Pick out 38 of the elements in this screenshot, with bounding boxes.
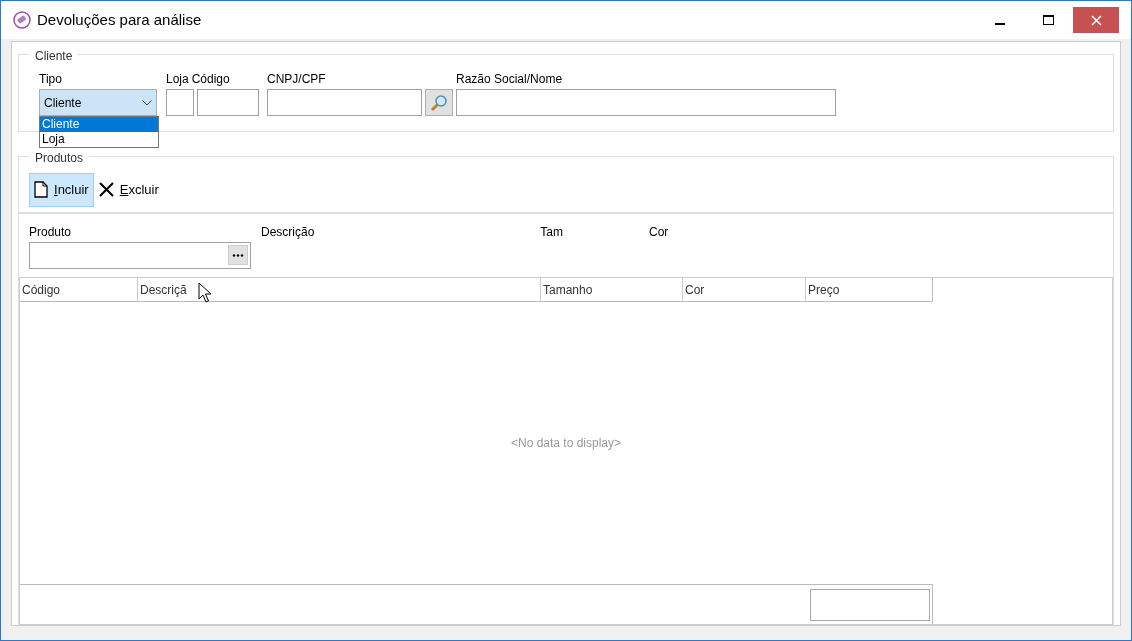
field-label: Produto bbox=[29, 223, 73, 241]
field-label: Tipo bbox=[39, 71, 63, 88]
input-field[interactable] bbox=[456, 89, 836, 116]
ellipsis-button[interactable] bbox=[228, 245, 248, 265]
dropdown-option[interactable]: Loja bbox=[40, 132, 158, 147]
toolbar-button[interactable]: Incluir bbox=[29, 173, 94, 207]
cursor-icon bbox=[198, 281, 212, 304]
close-icon bbox=[1090, 14, 1102, 26]
field-label: Descrição bbox=[261, 223, 315, 241]
column-header[interactable]: Tamanho bbox=[541, 277, 683, 301]
field-label: Tam bbox=[540, 223, 564, 241]
input-field[interactable] bbox=[267, 89, 422, 116]
dropdown-option[interactable]: Cliente bbox=[40, 117, 158, 132]
toolbar-button[interactable]: Excluir bbox=[93, 173, 164, 207]
field-label: CNPJ/CPF bbox=[267, 71, 327, 88]
dropdown-value: Cliente bbox=[44, 94, 82, 112]
caret-icon bbox=[142, 99, 152, 106]
input-field[interactable] bbox=[166, 89, 194, 116]
column-header[interactable]: Descriçã bbox=[138, 277, 541, 301]
column-header[interactable]: Código bbox=[20, 277, 138, 301]
column-header[interactable]: Cor bbox=[683, 277, 806, 301]
empty-message: <No data to display> bbox=[510, 434, 622, 452]
input-field[interactable] bbox=[29, 241, 251, 269]
field-label: Razão Social/Nome bbox=[456, 71, 564, 88]
ellipsis-icon bbox=[232, 253, 244, 257]
field-label: Loja bbox=[166, 71, 189, 88]
app-icon bbox=[13, 11, 31, 29]
maximize-icon bbox=[1042, 15, 1054, 25]
search-button[interactable] bbox=[425, 89, 453, 116]
minimize-icon bbox=[995, 23, 1005, 25]
field-label: Cor bbox=[649, 223, 669, 241]
column-header[interactable]: Preço bbox=[806, 277, 931, 301]
document-icon bbox=[34, 181, 48, 199]
input-field[interactable] bbox=[197, 89, 259, 116]
search-icon bbox=[430, 93, 448, 112]
window-title: Devoluções para análise bbox=[37, 9, 203, 30]
field-label: Código bbox=[191, 71, 230, 88]
delete-icon bbox=[98, 182, 114, 198]
